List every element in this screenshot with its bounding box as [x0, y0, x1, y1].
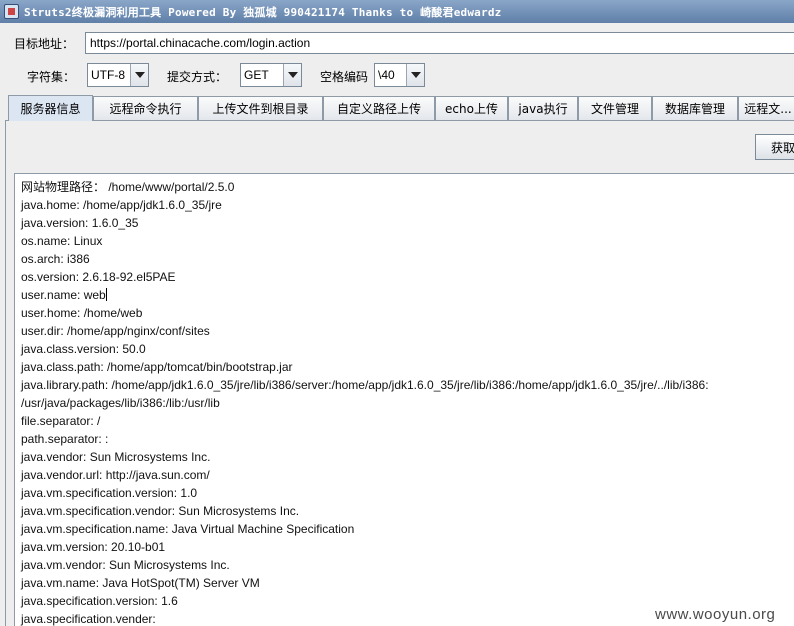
app-icon [4, 4, 19, 19]
tab-database-manager[interactable]: 数据库管理 [652, 96, 738, 120]
chevron-down-icon[interactable] [283, 64, 301, 86]
space-encoding-select[interactable]: \40 [374, 63, 425, 87]
tab-java-exec[interactable]: java执行 [508, 96, 578, 120]
tab-file-manager[interactable]: 文件管理 [578, 96, 652, 120]
method-value: GET [244, 68, 269, 82]
server-info-textarea[interactable]: 网站物理路径： /home/www/portal/2.5.0 java.home:… [14, 173, 794, 626]
output-line: os.arch: i386 [21, 252, 90, 266]
watermark: www.wooyun.org [655, 606, 776, 623]
chevron-down-icon[interactable] [130, 64, 148, 86]
output-line: user.dir: /home/app/nginx/conf/sites [21, 324, 210, 338]
tab-upload-to-root[interactable]: 上传文件到根目录 [198, 96, 323, 120]
url-label: 目标地址： [14, 37, 75, 51]
output-line: 网站物理路径： /home/www/portal/2.5.0 [21, 180, 235, 194]
output-line: java.class.version: 50.0 [21, 342, 146, 356]
output-line: /usr/java/packages/lib/i386:/lib:/usr/li… [21, 396, 220, 410]
output-line: java.home: /home/app/jdk1.6.0_35/jre [21, 198, 222, 212]
output-line: java.vm.specification.name: Java Virtual… [21, 522, 355, 536]
fetch-button[interactable]: 获取 [755, 134, 794, 160]
tab-server-info[interactable]: 服务器信息 [8, 95, 93, 121]
output-line: java.vm.vendor: Sun Microsystems Inc. [21, 558, 230, 572]
output-line: os.version: 2.6.18-92.el5PAE [21, 270, 176, 284]
method-label: 提交方式： [167, 70, 228, 84]
output-line: java.vm.version: 20.10-b01 [21, 540, 166, 554]
output-line: path.separator: : [21, 432, 109, 446]
method-select[interactable]: GET [240, 63, 302, 87]
url-input[interactable] [85, 32, 794, 54]
output-line: java.vm.specification.version: 1.0 [21, 486, 198, 500]
output-line: os.name: Linux [21, 234, 103, 248]
output-line: user.home: /home/web [21, 306, 143, 320]
charset-value: UTF-8 [91, 68, 125, 82]
output-line: user.name: web [21, 288, 107, 302]
tab-custom-path-upload[interactable]: 自定义路径上传 [323, 96, 435, 120]
tab-remote-file[interactable]: 远程文... [738, 96, 794, 120]
tab-echo-upload[interactable]: echo上传 [435, 96, 508, 120]
output-line: java.vm.name: Java HotSpot(TM) Server VM [21, 576, 260, 590]
window-title: Struts2终极漏洞利用工具 Powered By 独孤城 990421174… [24, 5, 502, 19]
output-line: java.version: 1.6.0_35 [21, 216, 139, 230]
output-line: java.library.path: /home/app/jdk1.6.0_35… [21, 378, 709, 392]
space-encoding-value: \40 [378, 68, 395, 82]
space-encoding-label: 空格编码 [320, 70, 369, 84]
charset-select[interactable]: UTF-8 [87, 63, 149, 87]
title-bar: Struts2终极漏洞利用工具 Powered By 独孤城 990421174… [0, 0, 794, 23]
output-line: java.class.path: /home/app/tomcat/bin/bo… [21, 360, 293, 374]
output-line: java.vendor.url: http://java.sun.com/ [21, 468, 210, 482]
output-line: file.separator: / [21, 414, 101, 428]
output-line: java.vm.specification.vendor: Sun Micros… [21, 504, 300, 518]
output-line: java.vendor: Sun Microsystems Inc. [21, 450, 211, 464]
tab-bar: 服务器信息 远程命令执行 上传文件到根目录 自定义路径上传 echo上传 jav… [8, 95, 794, 121]
tab-remote-command[interactable]: 远程命令执行 [93, 96, 198, 120]
text-caret [105, 288, 107, 301]
chevron-down-icon[interactable] [406, 64, 424, 86]
charset-label: 字符集： [27, 70, 76, 84]
